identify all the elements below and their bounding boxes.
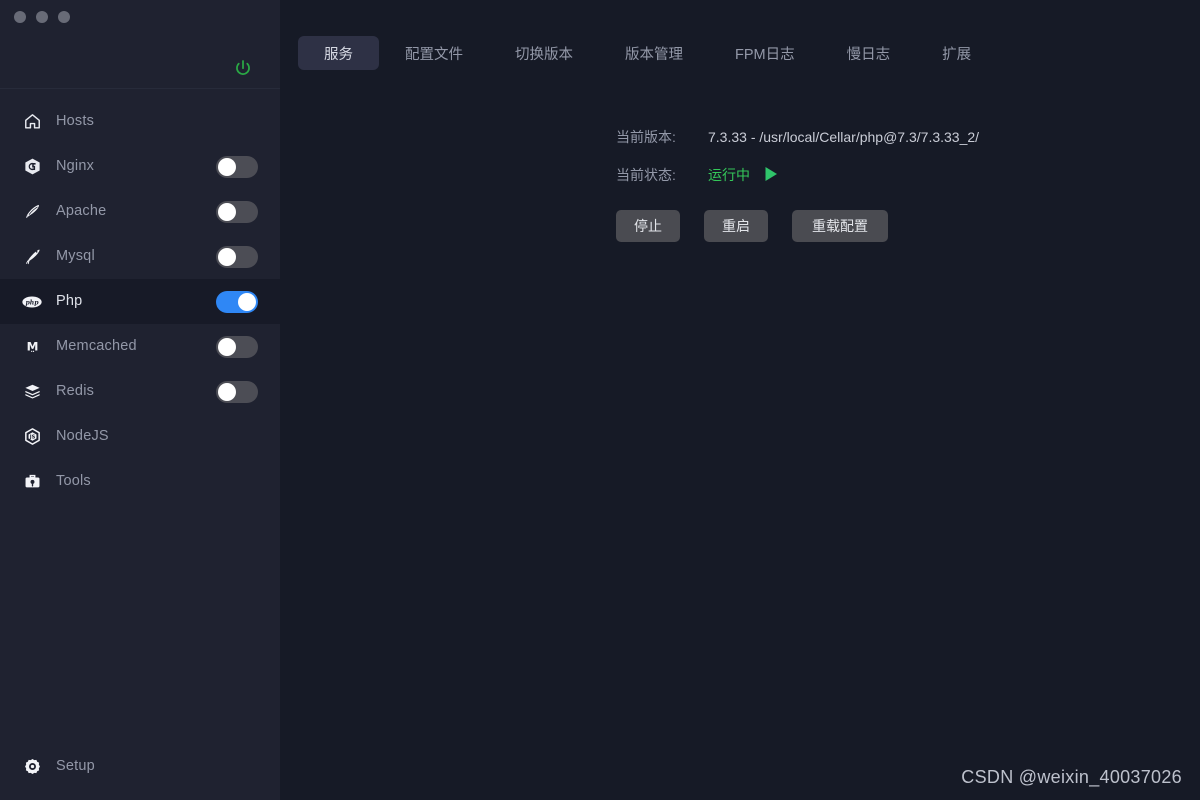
sidebar-item-label: Php	[56, 293, 83, 310]
sidebar-item-label: Mysql	[56, 248, 95, 265]
zoom-icon[interactable]	[58, 11, 70, 23]
sidebar-item-label: Nginx	[56, 158, 95, 175]
apache-toggle[interactable]	[216, 200, 258, 223]
memcached-icon: M	[22, 337, 42, 357]
sidebar-item-nodejs[interactable]: JS NodeJS	[0, 414, 280, 459]
svg-text:php: php	[25, 299, 39, 306]
sidebar-item-label: NodeJS	[56, 428, 109, 445]
php-icon: php	[22, 292, 42, 312]
redis-toggle[interactable]	[216, 380, 258, 403]
power-icon[interactable]	[232, 58, 254, 80]
svg-text:M: M	[26, 339, 38, 353]
current-status-label: 当前状态:	[616, 167, 676, 183]
sidebar-item-php[interactable]: php Php	[0, 279, 280, 324]
play-icon	[764, 166, 778, 184]
sidebar-item-mysql[interactable]: Mysql	[0, 234, 280, 279]
sidebar-item-tools[interactable]: Tools	[0, 459, 280, 504]
stop-button[interactable]: 停止	[616, 210, 680, 242]
sidebar-item-label: Setup	[56, 757, 95, 774]
sidebar-item-memcached[interactable]: M Memcached	[0, 324, 280, 369]
sidebar-item-label: Redis	[56, 383, 95, 400]
tab-config-file[interactable]: 配置文件	[379, 36, 489, 70]
nginx-icon	[22, 157, 42, 177]
svg-text:JS: JS	[28, 435, 35, 441]
nginx-toggle[interactable]	[216, 155, 258, 178]
sidebar-item-hosts[interactable]: Hosts	[0, 99, 280, 144]
tab-slow-log[interactable]: 慢日志	[821, 36, 917, 70]
toggle-knob	[218, 337, 236, 356]
toggle-knob	[218, 202, 236, 221]
reload-config-button[interactable]: 重载配置	[792, 210, 888, 242]
php-toggle[interactable]	[216, 290, 258, 313]
status-text: 运行中	[708, 167, 750, 183]
sidebar: Hosts Nginx Apache Mysql php Php M Memca…	[0, 0, 280, 800]
current-version-label: 当前版本:	[616, 129, 676, 145]
service-action-buttons: 停止 重启 重载配置	[616, 210, 1200, 242]
gear-icon	[22, 756, 42, 776]
sidebar-footer: Setup	[0, 744, 280, 800]
status-badge: 运行中	[708, 166, 778, 184]
sidebar-item-label: Apache	[56, 203, 107, 220]
nodejs-icon: JS	[22, 427, 42, 447]
current-version-row: 当前版本: 7.3.33 - /usr/local/Cellar/php@7.3…	[616, 130, 1200, 144]
mysql-icon	[22, 247, 42, 267]
tab-services[interactable]: 服务	[298, 36, 379, 70]
tab-bar: 服务 配置文件 切换版本 版本管理 FPM日志 慢日志 扩展	[280, 0, 1200, 78]
redis-icon	[22, 382, 42, 402]
tab-fpm-log[interactable]: FPM日志	[709, 36, 821, 70]
apache-icon	[22, 202, 42, 222]
sidebar-item-apache[interactable]: Apache	[0, 189, 280, 234]
tools-icon	[22, 472, 42, 492]
toggle-knob	[218, 382, 236, 401]
tab-switch-version[interactable]: 切换版本	[489, 36, 599, 70]
sidebar-nav: Hosts Nginx Apache Mysql php Php M Memca…	[0, 89, 280, 744]
toggle-knob	[218, 157, 236, 176]
tab-extensions[interactable]: 扩展	[916, 36, 997, 70]
sidebar-item-setup[interactable]: Setup	[0, 744, 280, 788]
sidebar-item-label: Tools	[56, 473, 91, 490]
minimize-icon[interactable]	[36, 11, 48, 23]
watermark: CSDN @weixin_40037026	[961, 767, 1182, 787]
app-window: Hosts Nginx Apache Mysql php Php M Memca…	[0, 0, 1200, 800]
sidebar-item-label: Memcached	[56, 338, 137, 355]
window-titlebar	[0, 0, 280, 88]
close-icon[interactable]	[14, 11, 26, 23]
mysql-toggle[interactable]	[216, 245, 258, 268]
memcached-toggle[interactable]	[216, 335, 258, 358]
sidebar-item-label: Hosts	[56, 113, 95, 130]
toggle-knob	[218, 247, 236, 266]
tab-version-manage[interactable]: 版本管理	[599, 36, 709, 70]
current-status-row: 当前状态: 运行中	[616, 166, 1200, 184]
services-panel: 当前版本: 7.3.33 - /usr/local/Cellar/php@7.3…	[280, 78, 1200, 242]
traffic-light-buttons	[14, 11, 70, 23]
sidebar-item-nginx[interactable]: Nginx	[0, 144, 280, 189]
current-version-value: 7.3.33 - /usr/local/Cellar/php@7.3/7.3.3…	[708, 129, 980, 145]
restart-button[interactable]: 重启	[704, 210, 768, 242]
sidebar-item-redis[interactable]: Redis	[0, 369, 280, 414]
home-icon	[22, 112, 42, 132]
toggle-knob	[238, 292, 256, 311]
main-content: 服务 配置文件 切换版本 版本管理 FPM日志 慢日志 扩展 当前版本: 7.3…	[280, 0, 1200, 800]
